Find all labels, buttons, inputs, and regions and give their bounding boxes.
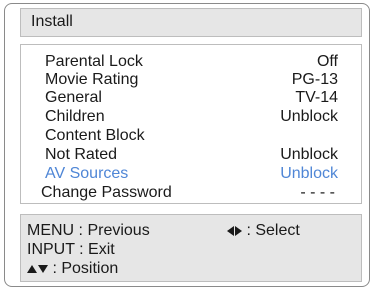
menu-item-label: Movie Rating — [45, 71, 139, 88]
help-select: : Select — [227, 221, 300, 240]
menu-item-not-rated[interactable]: Not Rated Unblock — [45, 145, 338, 164]
help-panel: MENU : Previous : Select INPUT : Exit : … — [20, 214, 362, 282]
menu-item-av-sources[interactable]: AV Sources Unblock — [45, 164, 338, 183]
menu-item-label: AV Sources — [45, 165, 129, 182]
menu-item-children[interactable]: Children Unblock — [45, 107, 338, 126]
menu-item-value: TV-14 — [295, 89, 338, 106]
menu-item-value: PG-13 — [291, 71, 338, 88]
menu-item-value: Unblock — [280, 146, 338, 163]
menu-item-label: General — [45, 89, 102, 106]
menu-item-content-block[interactable]: Content Block — [45, 126, 338, 145]
menu-item-label: Children — [45, 108, 105, 125]
menu-item-label: Content Block — [45, 127, 145, 144]
help-menu-previous: MENU : Previous — [27, 222, 150, 239]
help-position: : Position — [27, 259, 118, 278]
help-select-label: : Select — [246, 222, 300, 239]
menu-item-movie-rating[interactable]: Movie Rating PG-13 — [45, 70, 338, 89]
up-down-arrows-icon — [27, 260, 48, 277]
install-menu-window: Install Parental Lock Off Movie Rating P… — [4, 3, 370, 287]
menu-item-label: Change Password — [41, 184, 172, 201]
menu-list: Parental Lock Off Movie Rating PG-13 Gen… — [20, 44, 362, 204]
left-right-arrows-icon — [227, 222, 242, 239]
menu-title: Install — [31, 13, 73, 30]
menu-item-value: Off — [316, 53, 338, 70]
menu-item-value: Unblock — [280, 165, 338, 182]
menu-item-change-password[interactable]: Change Password - - - - — [41, 183, 335, 202]
menu-item-parental-lock[interactable]: Parental Lock Off — [45, 52, 338, 71]
menu-item-label: Not Rated — [45, 146, 118, 163]
menu-item-general[interactable]: General TV-14 — [45, 88, 338, 107]
help-input-exit: INPUT : Exit — [27, 241, 115, 258]
menu-title-bar: Install — [20, 8, 362, 37]
menu-item-value: Unblock — [280, 108, 338, 125]
help-position-label: : Position — [52, 260, 119, 277]
menu-item-label: Parental Lock — [45, 53, 143, 70]
menu-item-value: - - - - — [300, 184, 335, 201]
